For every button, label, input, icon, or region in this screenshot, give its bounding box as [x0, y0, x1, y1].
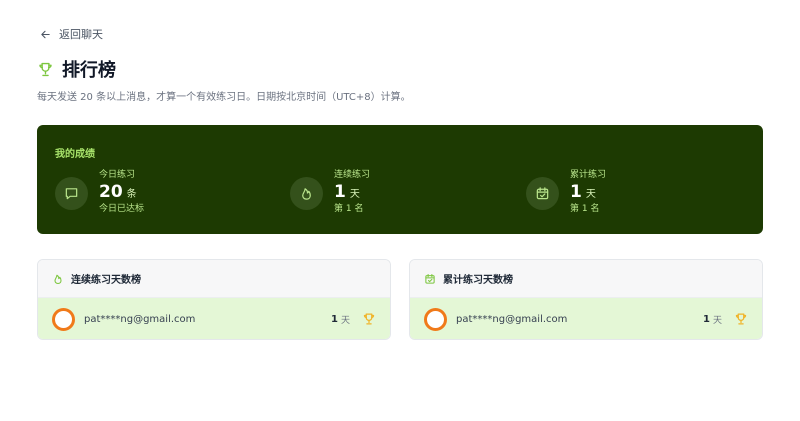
flame-icon	[290, 177, 323, 210]
stat-streak: 连续练习 1 天 第 1 名	[290, 169, 370, 215]
trophy-icon	[363, 313, 375, 325]
total-leaderboard: 累计练习天数榜 pat****ng@gmail.com 1 天	[409, 259, 763, 340]
stats-heading: 我的成绩	[55, 149, 95, 160]
stat-total: 累计练习 1 天 第 1 名	[526, 169, 606, 215]
stat-unit: 条	[126, 189, 137, 200]
avatar	[52, 307, 75, 331]
page-subtitle: 每天发送 20 条以上消息，才算一个有效练习日。日期按北京时间（UTC+8）计算…	[37, 92, 411, 103]
leaderboard-row[interactable]: pat****ng@gmail.com 1 天	[38, 298, 390, 339]
stat-note: 第 1 名	[570, 204, 600, 214]
board-header: 连续练习天数榜	[38, 260, 390, 298]
stat-today: 今日练习 20 条 今日已达标	[55, 169, 144, 215]
avatar	[424, 307, 447, 331]
chat-icon	[55, 177, 88, 210]
board-title: 累计练习天数榜	[443, 275, 513, 286]
stat-value: 20	[99, 182, 123, 202]
stat-value: 1	[570, 182, 582, 202]
row-value: 1	[703, 313, 710, 325]
back-to-chat-link[interactable]: 返回聊天	[40, 26, 103, 42]
board-header: 累计练习天数榜	[410, 260, 762, 298]
row-unit: 天	[712, 315, 722, 326]
leaderboard-row[interactable]: pat****ng@gmail.com 1 天	[410, 298, 762, 339]
board-title: 连续练习天数榜	[71, 275, 141, 286]
back-label: 返回聊天	[59, 28, 103, 41]
stat-unit: 天	[585, 189, 596, 200]
row-unit: 天	[340, 315, 350, 326]
stat-unit: 天	[349, 189, 360, 200]
my-stats-card: 我的成绩 今日练习 20 条 今日已达标 连续练习 1 天 第 1 名 累计练习…	[37, 125, 763, 234]
stat-note: 今日已达标	[99, 204, 145, 214]
streak-leaderboard: 连续练习天数榜 pat****ng@gmail.com 1 天	[37, 259, 391, 340]
page-header: 排行榜	[37, 56, 116, 82]
stat-label: 连续练习	[334, 170, 371, 180]
calendar-check-icon	[425, 273, 435, 284]
user-email: pat****ng@gmail.com	[456, 313, 568, 325]
row-value: 1	[331, 313, 338, 325]
page-title: 排行榜	[62, 60, 116, 81]
stat-note: 第 1 名	[334, 204, 364, 214]
user-email: pat****ng@gmail.com	[84, 313, 196, 325]
stat-label: 累计练习	[570, 170, 607, 180]
flame-icon	[54, 274, 62, 284]
arrow-left-icon	[41, 30, 50, 38]
stat-value: 1	[334, 182, 346, 202]
stat-label: 今日练习	[99, 170, 136, 180]
trophy-icon	[39, 62, 52, 76]
calendar-check-icon	[526, 177, 559, 210]
trophy-icon	[735, 313, 747, 325]
